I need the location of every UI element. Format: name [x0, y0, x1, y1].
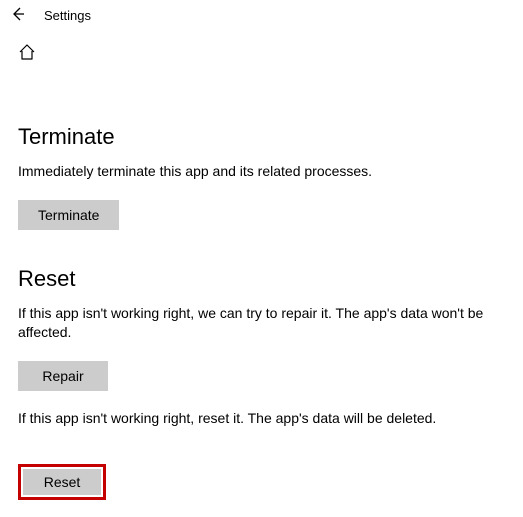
home-icon[interactable]: [18, 43, 36, 66]
header-bar: Settings: [0, 0, 523, 31]
repair-button[interactable]: Repair: [18, 361, 108, 391]
terminate-button[interactable]: Terminate: [18, 200, 119, 230]
back-icon[interactable]: [10, 6, 26, 25]
reset-description: If this app isn't working right, reset i…: [18, 409, 498, 429]
reset-heading: Reset: [18, 266, 505, 292]
terminate-heading: Terminate: [18, 124, 505, 150]
reset-highlight: Reset: [18, 464, 106, 500]
home-row: [0, 31, 523, 70]
terminate-section: Terminate Immediately terminate this app…: [18, 124, 505, 230]
terminate-description: Immediately terminate this app and its r…: [18, 162, 498, 182]
page-title: Settings: [44, 8, 91, 23]
reset-button[interactable]: Reset: [23, 469, 101, 495]
reset-section: Reset If this app isn't working right, w…: [18, 266, 505, 501]
content: Terminate Immediately terminate this app…: [0, 70, 523, 500]
repair-description: If this app isn't working right, we can …: [18, 304, 498, 343]
